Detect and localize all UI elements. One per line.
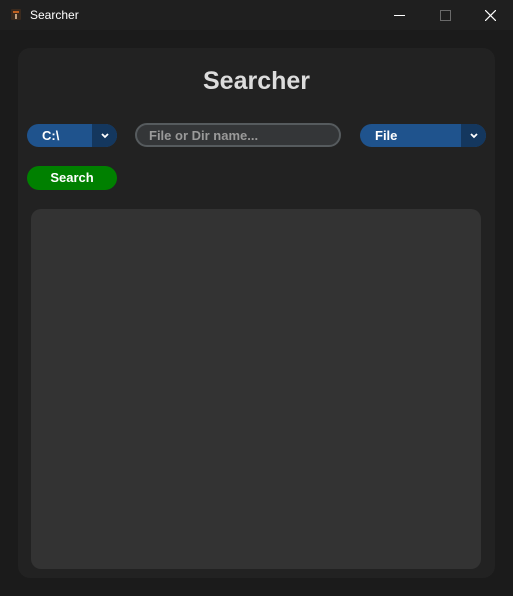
search-input[interactable] [135,123,341,147]
minimize-icon [393,14,405,16]
app-icon [11,9,21,20]
maximize-button[interactable] [422,0,468,30]
minimize-button[interactable] [376,0,422,30]
title-bar[interactable]: Searcher [0,0,513,30]
maximize-icon [439,9,451,21]
search-button[interactable]: Search [27,166,117,190]
drive-select[interactable]: C:\ [27,124,117,147]
chevron-down-icon [100,132,109,138]
chevron-down-icon [469,132,478,138]
type-select-dropdown-button[interactable] [461,124,486,147]
page-title: Searcher [202,67,311,95]
close-icon [484,9,496,21]
drive-select-dropdown-button[interactable] [92,124,117,147]
close-button[interactable] [467,0,513,30]
drive-select-value: C:\ [42,128,60,143]
type-select-value: File [375,128,398,143]
app-window: Searcher Searcher C:\ File or Dir name..… [0,0,513,596]
window-title: Searcher [30,8,79,22]
type-select[interactable]: File [360,124,486,147]
results-list[interactable] [31,209,481,569]
